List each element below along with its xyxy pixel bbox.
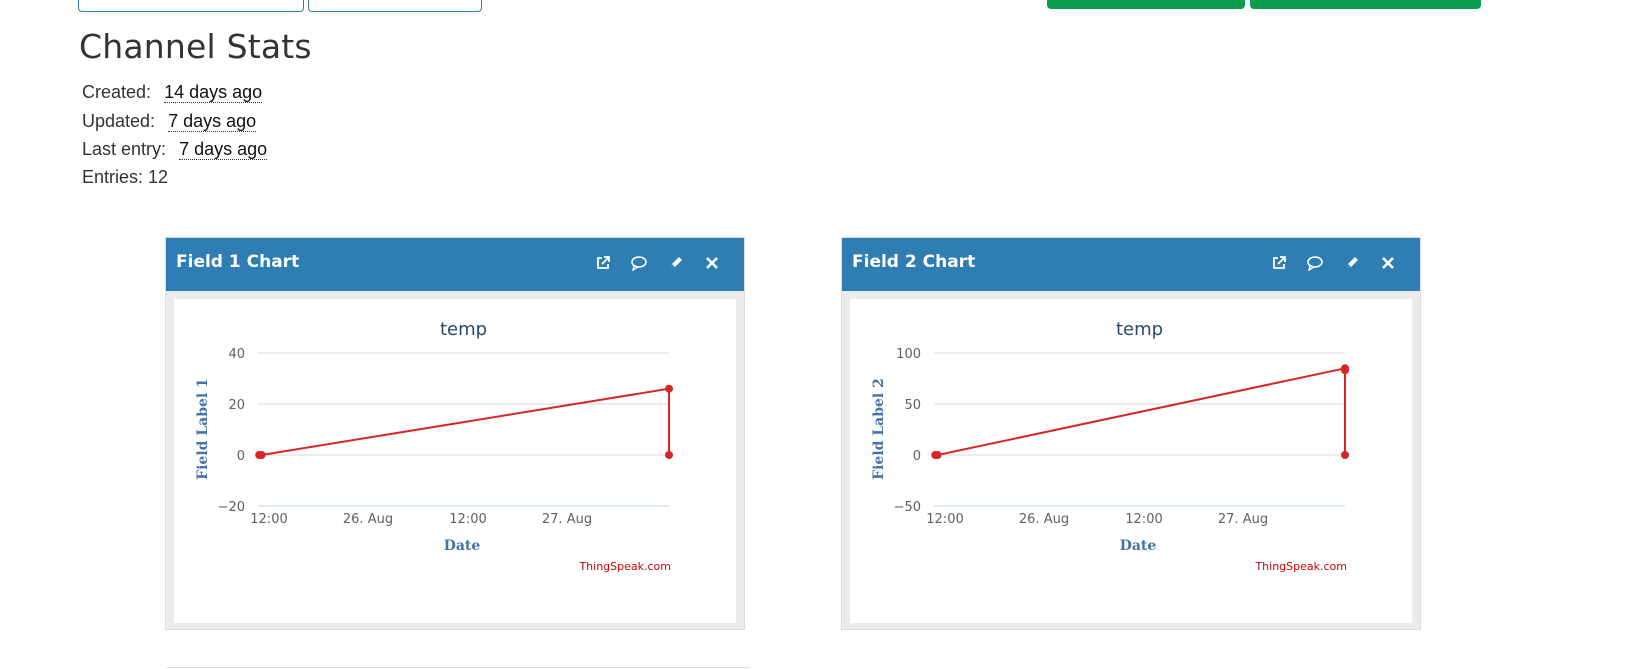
stat-entries-label: Entries: 12 bbox=[82, 167, 169, 187]
panel-title: Field 2 Chart bbox=[852, 252, 976, 272]
stat-last-entry-label: Last entry: bbox=[82, 139, 167, 159]
pencil-icon[interactable] bbox=[1341, 252, 1363, 274]
x-tick-label: 12:00 bbox=[250, 512, 287, 527]
series-line bbox=[259, 387, 670, 456]
data-point bbox=[1341, 366, 1349, 375]
y-tick-label: −50 bbox=[894, 500, 921, 515]
field-1-chart[interactable]: temp 40 20 0 −20 12:00 26. Aug 12:00 27. Aug Date… bbox=[174, 299, 736, 623]
top-button-1[interactable] bbox=[78, 0, 304, 12]
y-tick-label: −20 bbox=[218, 500, 245, 515]
external-link-icon[interactable] bbox=[1268, 252, 1290, 274]
chart-title: temp bbox=[440, 319, 487, 340]
external-link-icon[interactable] bbox=[592, 252, 614, 274]
y-axis-title: Field Label 1 bbox=[195, 378, 211, 480]
x-tick-label: 27. Aug bbox=[542, 512, 592, 527]
top-green-button-1[interactable] bbox=[1047, 0, 1245, 9]
chart-container: temp 100 50 0 −50 12:00 26. Aug 12:00 27. Aug Dat… bbox=[850, 299, 1412, 623]
chart-container: temp 40 20 0 −20 12:00 26. Aug 12:00 27. Aug Date… bbox=[174, 299, 736, 623]
series-line bbox=[935, 367, 1346, 456]
close-icon[interactable] bbox=[1377, 252, 1399, 274]
y-tick-label: 0 bbox=[913, 449, 921, 464]
stat-updated-value: 7 days ago bbox=[168, 111, 257, 132]
close-icon[interactable] bbox=[701, 252, 723, 274]
data-point bbox=[665, 451, 673, 459]
data-point bbox=[933, 451, 942, 459]
field-2-chart[interactable]: temp 100 50 0 −50 12:00 26. Aug 12:00 27. Aug Dat… bbox=[850, 299, 1412, 623]
x-tick-label: 12:00 bbox=[449, 512, 486, 527]
x-tick-label: 26. Aug bbox=[1019, 512, 1069, 527]
page-title: Channel Stats bbox=[79, 27, 312, 66]
y-tick-label: 50 bbox=[904, 398, 921, 413]
stat-created-value: 14 days ago bbox=[164, 82, 263, 103]
x-tick-label: 26. Aug bbox=[343, 512, 393, 527]
stat-created: Created: 14 days ago bbox=[82, 82, 263, 103]
panel-title: Field 1 Chart bbox=[176, 252, 300, 272]
x-tick-label: 12:00 bbox=[926, 512, 963, 527]
y-tick-label: 20 bbox=[228, 398, 245, 413]
pencil-icon[interactable] bbox=[665, 252, 687, 274]
chart-title: temp bbox=[1116, 319, 1163, 340]
data-point bbox=[257, 451, 266, 459]
x-axis-title: Date bbox=[444, 538, 481, 554]
divider bbox=[167, 667, 749, 668]
top-green-button-2[interactable] bbox=[1250, 0, 1481, 9]
stat-last-entry: Last entry: 7 days ago bbox=[82, 139, 268, 160]
x-tick-label: 27. Aug bbox=[1218, 512, 1268, 527]
chart-credit: ThingSpeak.com bbox=[578, 560, 671, 573]
top-button-2[interactable] bbox=[308, 0, 482, 12]
data-point bbox=[665, 384, 673, 393]
field-1-chart-panel: Field 1 Chart temp 40 20 0 −20 12:00 26. Aug 12… bbox=[165, 237, 745, 630]
chart-credit: ThingSpeak.com bbox=[1254, 560, 1347, 573]
data-point bbox=[1341, 451, 1349, 459]
panel-header: Field 1 Chart bbox=[166, 238, 744, 291]
stat-last-entry-value: 7 days ago bbox=[179, 139, 268, 160]
stat-created-label: Created: bbox=[82, 82, 152, 102]
field-2-chart-panel: Field 2 Chart temp 100 50 0 −50 12:00 26. Aug 1… bbox=[841, 237, 1421, 630]
x-axis-title: Date bbox=[1120, 538, 1157, 554]
x-tick-label: 12:00 bbox=[1125, 512, 1162, 527]
panel-header: Field 2 Chart bbox=[842, 238, 1420, 291]
y-axis-title: Field Label 2 bbox=[871, 378, 887, 480]
stat-updated-label: Updated: bbox=[82, 111, 156, 131]
comment-icon[interactable] bbox=[628, 252, 650, 274]
y-tick-label: 40 bbox=[228, 347, 245, 362]
stat-entries: Entries: 12 bbox=[82, 167, 168, 188]
y-tick-label: 100 bbox=[896, 347, 921, 362]
stat-updated: Updated: 7 days ago bbox=[82, 111, 257, 132]
comment-icon[interactable] bbox=[1304, 252, 1326, 274]
y-tick-label: 0 bbox=[237, 449, 245, 464]
